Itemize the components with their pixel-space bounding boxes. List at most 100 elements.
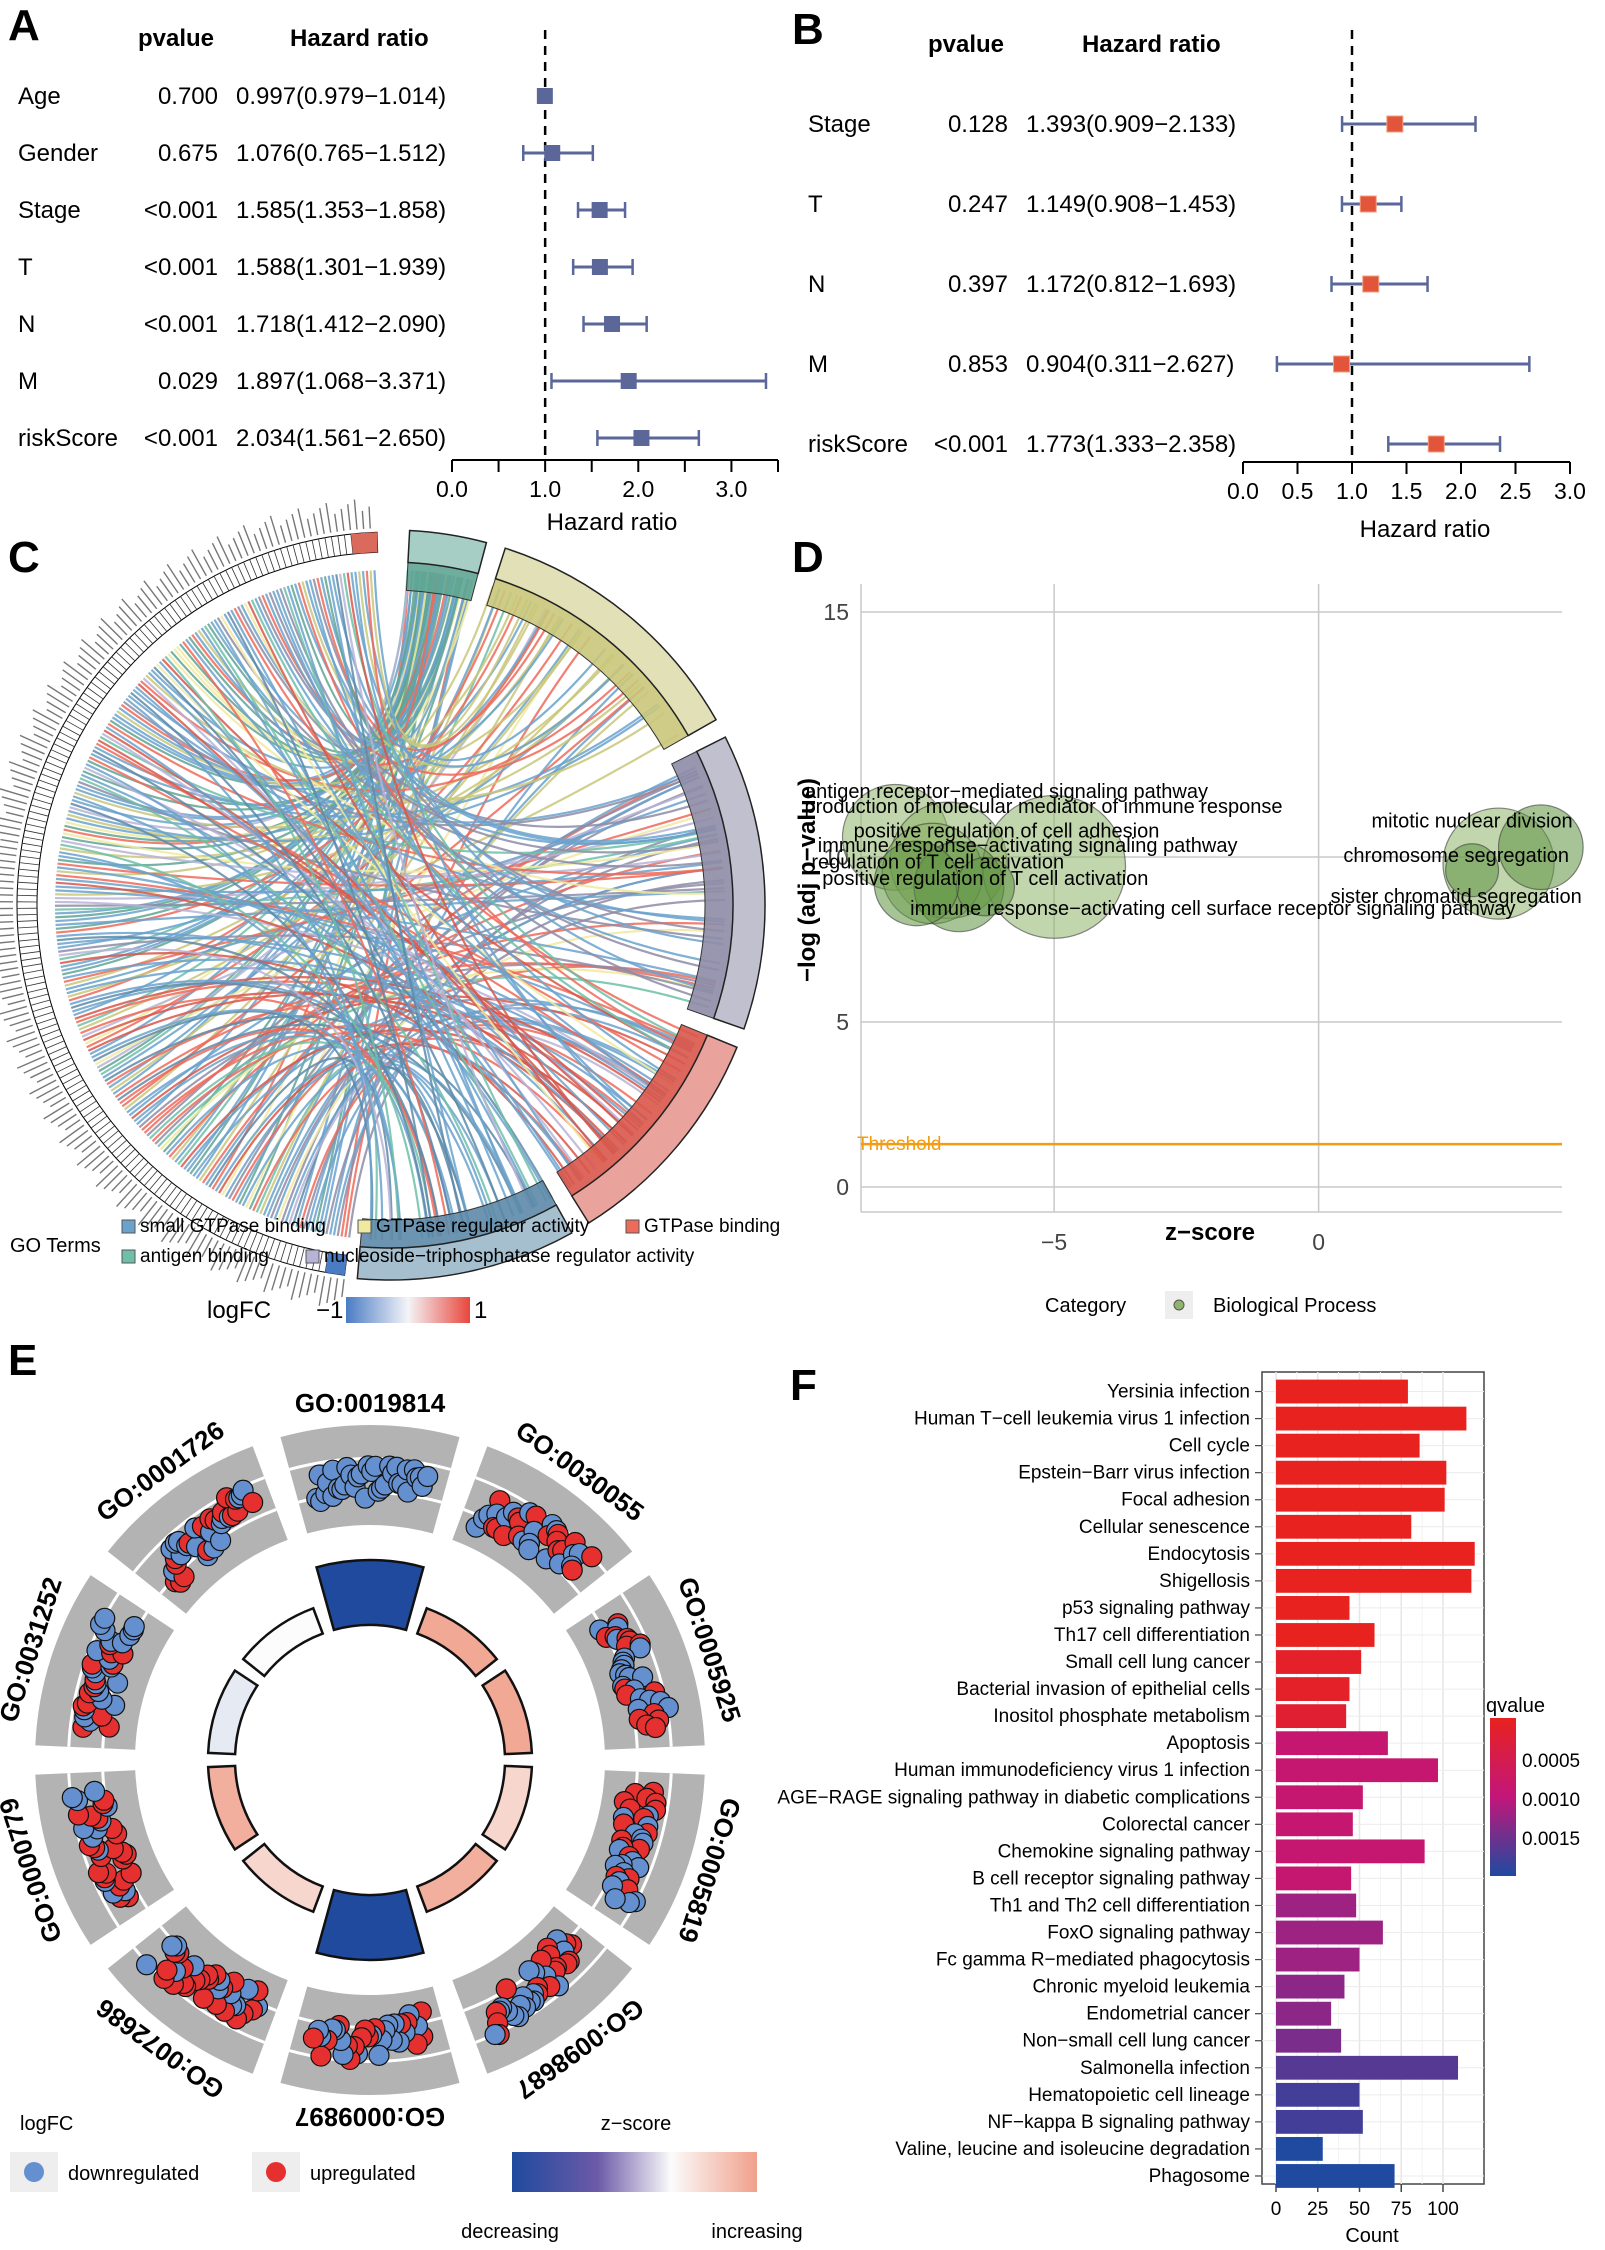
downregulated-point: [94, 1607, 116, 1629]
gene-label-mark: [298, 1272, 306, 1298]
category-label: Focal adhesion: [1121, 1490, 1250, 1511]
forest-row: riskScore <0.001 2.034(1.561−2.650): [18, 425, 701, 452]
row-hr-text: 1.718(1.412−2.090): [236, 311, 446, 338]
bar: [1276, 1758, 1438, 1783]
zscore-low-label: decreasing: [461, 2221, 559, 2243]
qvalue-legend-title: qvalue: [1486, 1695, 1545, 1717]
bar: [1276, 1893, 1357, 1918]
go-term-label: GO:0009897: [295, 2102, 445, 2132]
gene-label-mark: [0, 831, 20, 837]
row-hr-text: 1.588(1.301−1.939): [236, 254, 446, 281]
category-label: Cell cycle: [1169, 1436, 1250, 1457]
gene-label-mark: [15, 1024, 33, 1032]
hr-marker: [604, 316, 621, 332]
gene-label-mark: [84, 1150, 105, 1169]
gene-label-mark: [297, 508, 306, 538]
gene-label-mark: [156, 585, 168, 602]
downregulated-dot-icon: [24, 2162, 44, 2182]
bar: [1276, 1785, 1363, 1810]
forest-row: riskScore <0.001 1.773(1.333−2.358): [808, 431, 1502, 458]
gene-label-mark: [79, 646, 101, 665]
gene-label-mark: [0, 859, 16, 863]
x-tick-label: 1.0: [1336, 478, 1368, 504]
gene-label-mark: [103, 1170, 123, 1190]
qvalue-colorbar: [1490, 1718, 1516, 1876]
bar: [1276, 1947, 1360, 1972]
gene-label-mark: [9, 1018, 31, 1027]
gene-label-mark: [232, 537, 243, 559]
logfc-min-label: −1: [316, 1297, 343, 1324]
bar: [1276, 1460, 1447, 1485]
bar: [1276, 1866, 1352, 1891]
qvalue-tick-2: 0.0010: [1522, 1790, 1580, 1811]
bar: [1276, 1487, 1445, 1512]
forest-row: T 0.247 1.149(0.908−1.453): [808, 191, 1403, 218]
gene-label-mark: [3, 803, 26, 811]
forest-row: Gender 0.675 1.076(0.765−1.512): [18, 140, 595, 167]
gene-label-mark: [264, 521, 274, 547]
legend-label: GTPase binding: [644, 1216, 780, 1237]
category-label: AGE−RAGE signaling pathway in diabetic c…: [777, 1787, 1250, 1808]
gene-label-mark: [0, 940, 15, 944]
x-tick-label: 75: [1391, 2199, 1412, 2220]
bar: [1276, 2055, 1459, 2080]
bar: [1276, 1704, 1347, 1729]
gene-label-mark: [50, 1108, 74, 1124]
x-tick-label: −5: [1041, 1229, 1067, 1255]
panel-letter-a: A: [8, 1, 40, 50]
zscore-bar: [315, 1888, 425, 1962]
legend-bubble-icon: [1173, 1299, 1185, 1311]
hr-marker: [536, 88, 553, 104]
gene-label-mark: [353, 499, 358, 530]
gene-label-mark: [91, 1155, 110, 1172]
legend-swatch: [357, 1219, 372, 1234]
category-label: B cell receptor signaling pathway: [972, 1868, 1250, 1889]
downregulated-point: [161, 1935, 183, 1957]
gene-label-mark: [0, 914, 14, 917]
gene-label-mark: [191, 549, 207, 577]
upregulated-point: [242, 1491, 264, 1514]
gene-label-mark: [312, 513, 319, 536]
logfc-legend-title: logFC: [20, 2113, 73, 2135]
category-label: Cellular senescence: [1079, 1517, 1250, 1538]
x-tick-label: 25: [1307, 2199, 1328, 2220]
bubble-label: sister chromatid segregation: [1331, 886, 1582, 908]
row-hr-text: 1.076(0.765−1.512): [236, 140, 446, 167]
x-axis-label: Hazard ratio: [547, 509, 678, 536]
hazard-ratio-header: Hazard ratio: [290, 25, 429, 52]
category-label: Colorectal cancer: [1102, 1814, 1251, 1835]
logfc-max-label: 1: [474, 1297, 487, 1324]
category-label: Epstein−Barr virus infection: [1018, 1463, 1250, 1484]
x-tick-label: 2.5: [1500, 478, 1532, 504]
hr-marker: [1427, 435, 1445, 453]
category-label: Chronic myeloid leukemia: [1032, 1977, 1250, 1998]
category-label: Hematopoietic cell lineage: [1028, 2085, 1250, 2106]
downregulated-point: [417, 1465, 439, 1488]
gene-label-mark: [0, 1005, 28, 1015]
gene-label-mark: [0, 817, 23, 824]
bar: [1276, 1677, 1350, 1701]
x-tick-label: 50: [1349, 2199, 1370, 2220]
downregulated-point: [123, 1616, 145, 1638]
bar: [1276, 1920, 1383, 1945]
category-label: Endometrial cancer: [1086, 2004, 1250, 2025]
forest-row: M 0.029 1.897(1.068−3.371): [18, 368, 768, 395]
zscore-bar: [206, 1668, 260, 1756]
gene-label-mark: [13, 784, 31, 792]
gene-label-mark: [49, 1096, 67, 1108]
gene-label-mark: [3, 1012, 29, 1021]
category-label: Endocytosis: [1148, 1544, 1250, 1565]
gene-label-mark: [30, 1067, 51, 1079]
gene-label-mark: [19, 734, 48, 749]
bar: [1276, 2137, 1323, 2161]
hazard-ratio-header: Hazard ratio: [1082, 31, 1221, 58]
gene-label-mark: [116, 613, 133, 631]
category-label: NF−kappa B signaling pathway: [988, 2112, 1251, 2133]
zscore-high-label: increasing: [711, 2221, 802, 2243]
hr-marker: [1386, 115, 1404, 133]
bar: [1276, 1514, 1412, 1539]
forest-row: N 0.397 1.172(0.812−1.693): [808, 271, 1429, 298]
panel-letter-d: D: [792, 533, 824, 582]
forest-row: Age 0.700 0.997(0.979−1.014): [18, 83, 553, 110]
gene-label-mark: [216, 536, 231, 564]
